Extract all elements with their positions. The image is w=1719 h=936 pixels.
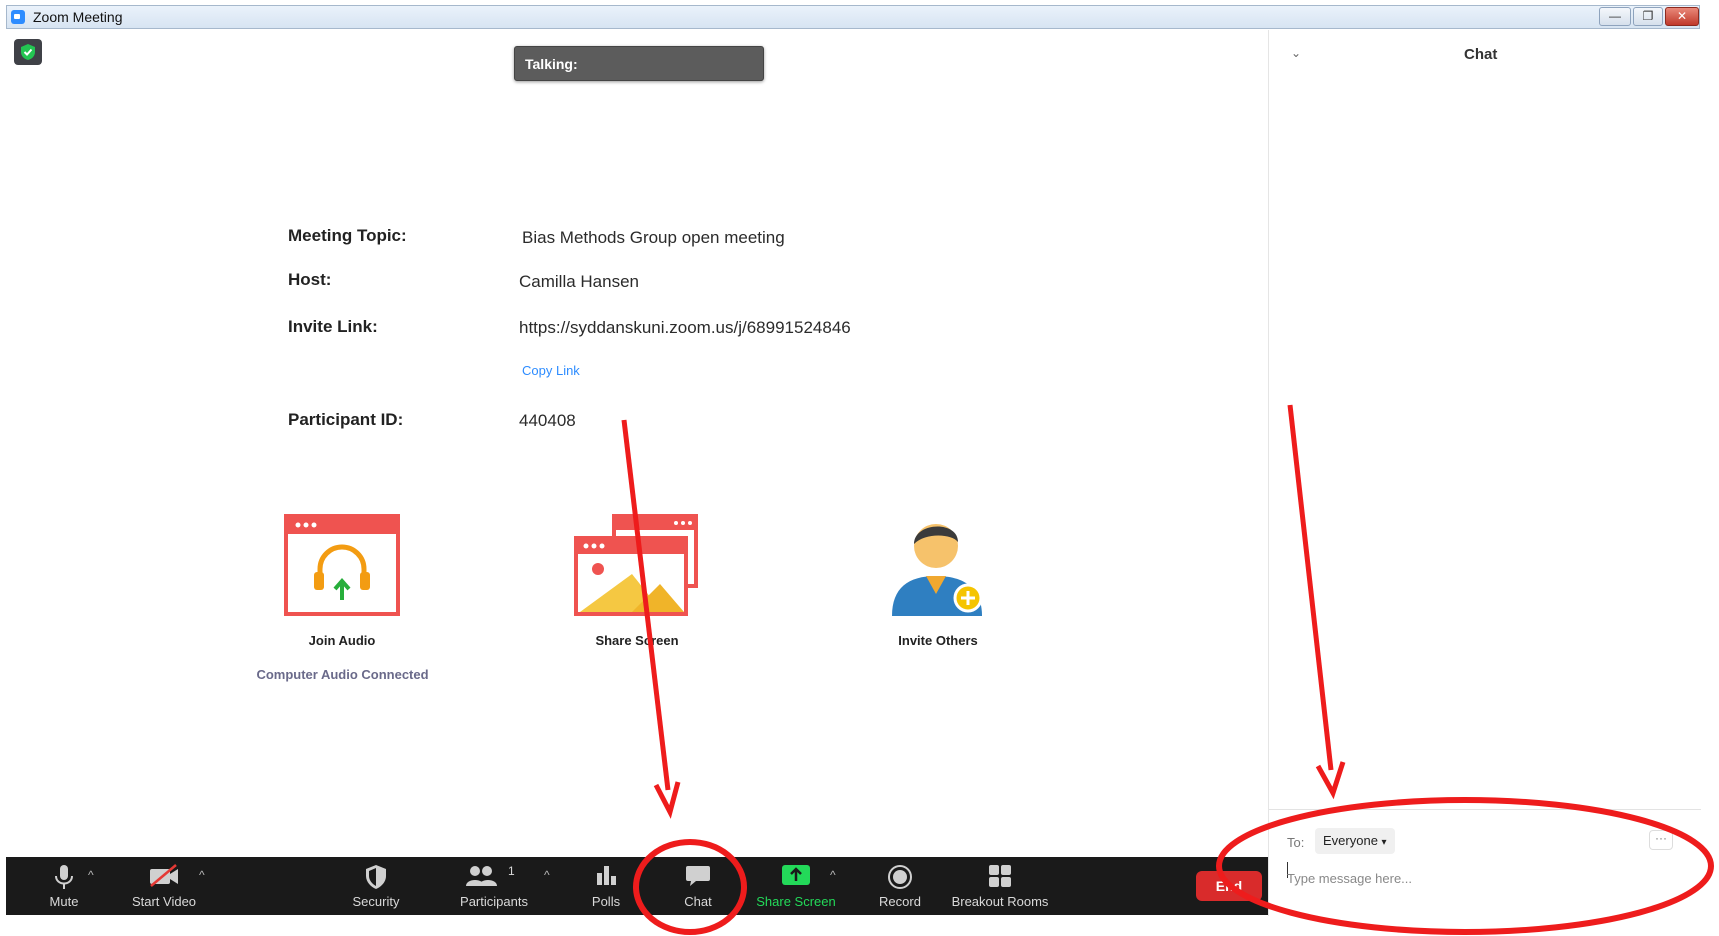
participant-id-label: Participant ID: — [288, 410, 404, 429]
participants-button[interactable]: 1 Participants — [454, 857, 534, 915]
chat-bubble-icon — [686, 866, 710, 886]
participants-count: 1 — [508, 864, 515, 878]
mute-label: Mute — [49, 894, 79, 909]
copy-link-button[interactable]: Copy Link — [522, 363, 580, 378]
mute-button[interactable]: Mute — [34, 857, 94, 915]
window-title-bar: Zoom Meeting — ❐ ✕ — [6, 5, 1700, 29]
meeting-topic-label: Meeting Topic: — [288, 226, 407, 245]
join-audio-icon — [284, 514, 400, 616]
breakout-rooms-icon — [989, 865, 1011, 887]
microphone-icon — [55, 865, 73, 889]
join-audio-button[interactable]: Join Audio — [280, 514, 404, 654]
chat-title: Chat — [1464, 46, 1498, 63]
host-label: Host: — [288, 270, 332, 289]
end-meeting-button[interactable]: End — [1196, 871, 1262, 901]
polls-button[interactable]: Polls — [578, 857, 634, 915]
share-screen-action[interactable]: Share Screen — [572, 512, 702, 654]
polls-label: Polls — [591, 894, 621, 909]
chat-to-label: To: — [1287, 835, 1305, 850]
start-video-button[interactable]: Start Video — [124, 857, 204, 915]
audio-status-text: Computer Audio Connected — [256, 667, 429, 682]
meeting-toolbar: Mute ^ Start Video ^ Security 1 Particip… — [6, 857, 1276, 915]
minimize-button[interactable]: — — [1599, 7, 1631, 26]
chat-compose-area: To: Everyone ▾ ··· — [1269, 809, 1701, 916]
breakout-rooms-button[interactable]: Breakout Rooms — [948, 857, 1052, 915]
share-options-caret[interactable]: ^ — [830, 868, 836, 882]
chat-label: Chat — [684, 894, 712, 909]
share-screen-button[interactable]: Share Screen — [756, 857, 836, 915]
share-screen-label: Share Screen — [595, 633, 679, 648]
host-value: Camilla Hansen — [519, 272, 639, 291]
chevron-down-icon: ▾ — [1381, 837, 1387, 848]
chat-recipient-value: Everyone — [1323, 833, 1378, 848]
chevron-down-icon[interactable]: ⌄ — [1291, 46, 1301, 60]
share-screen-large-icon — [574, 514, 698, 616]
invite-link-label: Invite Link: — [288, 317, 378, 336]
video-options-caret[interactable]: ^ — [199, 868, 205, 882]
participants-icon — [466, 866, 497, 886]
invite-link-value: https://syddanskuni.zoom.us/j/6899152484… — [519, 318, 851, 337]
security-shield-icon — [366, 865, 386, 889]
participants-label: Participants — [460, 894, 528, 909]
polls-icon — [597, 866, 616, 885]
invite-others-icon — [892, 524, 983, 616]
video-off-icon — [150, 864, 178, 887]
chat-button[interactable]: Chat — [666, 857, 730, 915]
chat-panel: ⌄ Chat To: Everyone ▾ ··· — [1268, 30, 1701, 916]
window-title: Zoom Meeting — [33, 9, 123, 25]
start-video-label: Start Video — [131, 894, 197, 909]
close-button[interactable]: ✕ — [1665, 7, 1699, 26]
share-screen-toolbar-label: Share Screen — [756, 894, 836, 909]
meeting-topic-value: Bias Methods Group open meeting — [522, 228, 785, 247]
participant-id-value: 440408 — [519, 411, 576, 430]
chat-header: ⌄ Chat — [1269, 30, 1701, 78]
chat-recipient-dropdown[interactable]: Everyone ▾ — [1315, 828, 1395, 854]
join-audio-label: Join Audio — [308, 633, 376, 648]
record-icon — [888, 865, 912, 889]
security-label: Security — [352, 894, 400, 909]
invite-others-label: Invite Others — [898, 633, 978, 648]
participants-options-caret[interactable]: ^ — [544, 868, 550, 882]
share-screen-icon — [782, 865, 810, 885]
security-button[interactable]: Security — [346, 857, 406, 915]
restore-button[interactable]: ❐ — [1633, 7, 1663, 26]
zoom-app-icon — [11, 10, 25, 24]
breakout-rooms-label: Breakout Rooms — [951, 894, 1049, 909]
audio-options-caret[interactable]: ^ — [88, 868, 94, 882]
talking-indicator: Talking: — [514, 46, 764, 81]
invite-others-button[interactable]: Invite Others — [876, 508, 1000, 654]
chat-message-input[interactable] — [1287, 858, 1687, 898]
encryption-shield-icon[interactable] — [14, 39, 42, 65]
record-button[interactable]: Record — [868, 857, 932, 915]
chat-more-options-button[interactable]: ··· — [1649, 830, 1673, 850]
